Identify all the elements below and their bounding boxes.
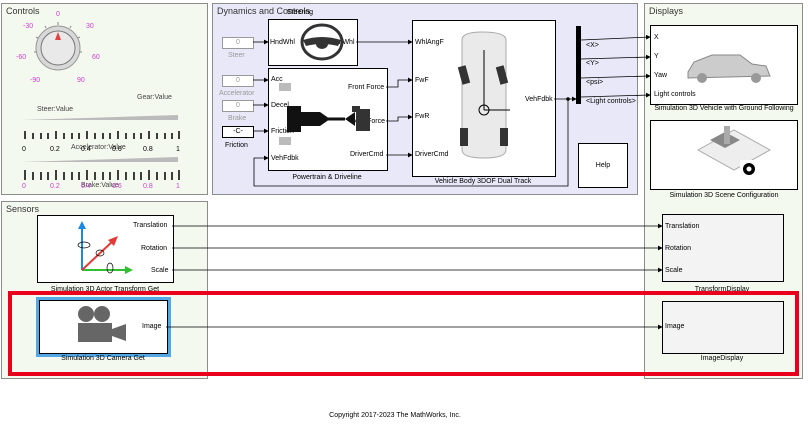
highlight-box (8, 291, 799, 376)
wiring-layer (8, 23, 799, 376)
copyright: Copyright 2017-2023 The MathWorks, Inc. (329, 412, 461, 419)
vehicle-topview-icon (457, 31, 510, 159)
driveline-icon (279, 83, 370, 145)
steering-wheel-icon (300, 23, 344, 61)
axes-icon (77, 221, 133, 274)
car-icon (687, 54, 771, 83)
scene-config-icon (696, 126, 772, 178)
camera-icon (78, 306, 126, 342)
